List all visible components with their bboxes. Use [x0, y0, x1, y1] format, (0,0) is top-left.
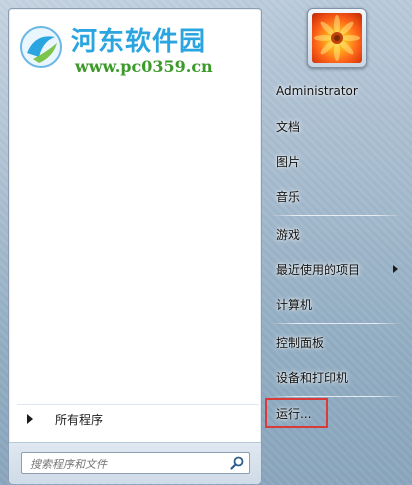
- search-area: [9, 442, 261, 484]
- watermark-url: www.pc0359.cn: [75, 57, 213, 76]
- menu-item-label: 音乐: [276, 189, 301, 204]
- user-name-link[interactable]: Administrator: [268, 76, 404, 106]
- watermark-title: 河东软件园: [71, 27, 207, 57]
- menu-item-games[interactable]: 游戏: [268, 219, 404, 249]
- separator: [270, 215, 402, 216]
- user-name-label: Administrator: [276, 84, 358, 98]
- separator: [270, 396, 402, 397]
- user-picture[interactable]: [307, 8, 367, 68]
- menu-item-label: 控制面板: [276, 335, 325, 350]
- menu-item-label: 图片: [276, 154, 301, 169]
- search-box[interactable]: [21, 452, 250, 475]
- search-input[interactable]: [28, 454, 227, 475]
- menu-item-control-panel[interactable]: 控制面板: [268, 327, 404, 357]
- run-highlight-box: [265, 398, 328, 428]
- separator: [270, 323, 402, 324]
- menu-item-computer[interactable]: 计算机: [268, 289, 404, 319]
- menu-item-devices-printers[interactable]: 设备和打印机: [268, 362, 404, 392]
- menu-item-label: 设备和打印机: [276, 370, 349, 385]
- site-logo-icon: [20, 26, 62, 68]
- all-programs-label: 所有程序: [55, 412, 104, 427]
- chevron-right-icon: [393, 265, 398, 273]
- menu-item-recent-items[interactable]: 最近使用的项目: [268, 254, 404, 284]
- all-programs-button[interactable]: 所有程序: [17, 404, 259, 433]
- start-menu-left-pane: 河东软件园 www.pc0359.cn 所有程序: [8, 8, 262, 484]
- magnifier-icon[interactable]: [229, 455, 245, 471]
- menu-item-label: 计算机: [276, 297, 313, 312]
- flower-picture: [312, 13, 362, 63]
- menu-item-pictures[interactable]: 图片: [268, 146, 404, 176]
- menu-item-label: 游戏: [276, 227, 301, 242]
- flower-icon: [314, 15, 360, 61]
- menu-item-documents[interactable]: 文档: [268, 111, 404, 141]
- menu-item-label: 文档: [276, 119, 301, 134]
- site-watermark: 河东软件园 www.pc0359.cn: [15, 15, 235, 77]
- chevron-right-icon: [27, 414, 33, 424]
- menu-item-music[interactable]: 音乐: [268, 181, 404, 211]
- menu-item-label: 最近使用的项目: [276, 262, 361, 277]
